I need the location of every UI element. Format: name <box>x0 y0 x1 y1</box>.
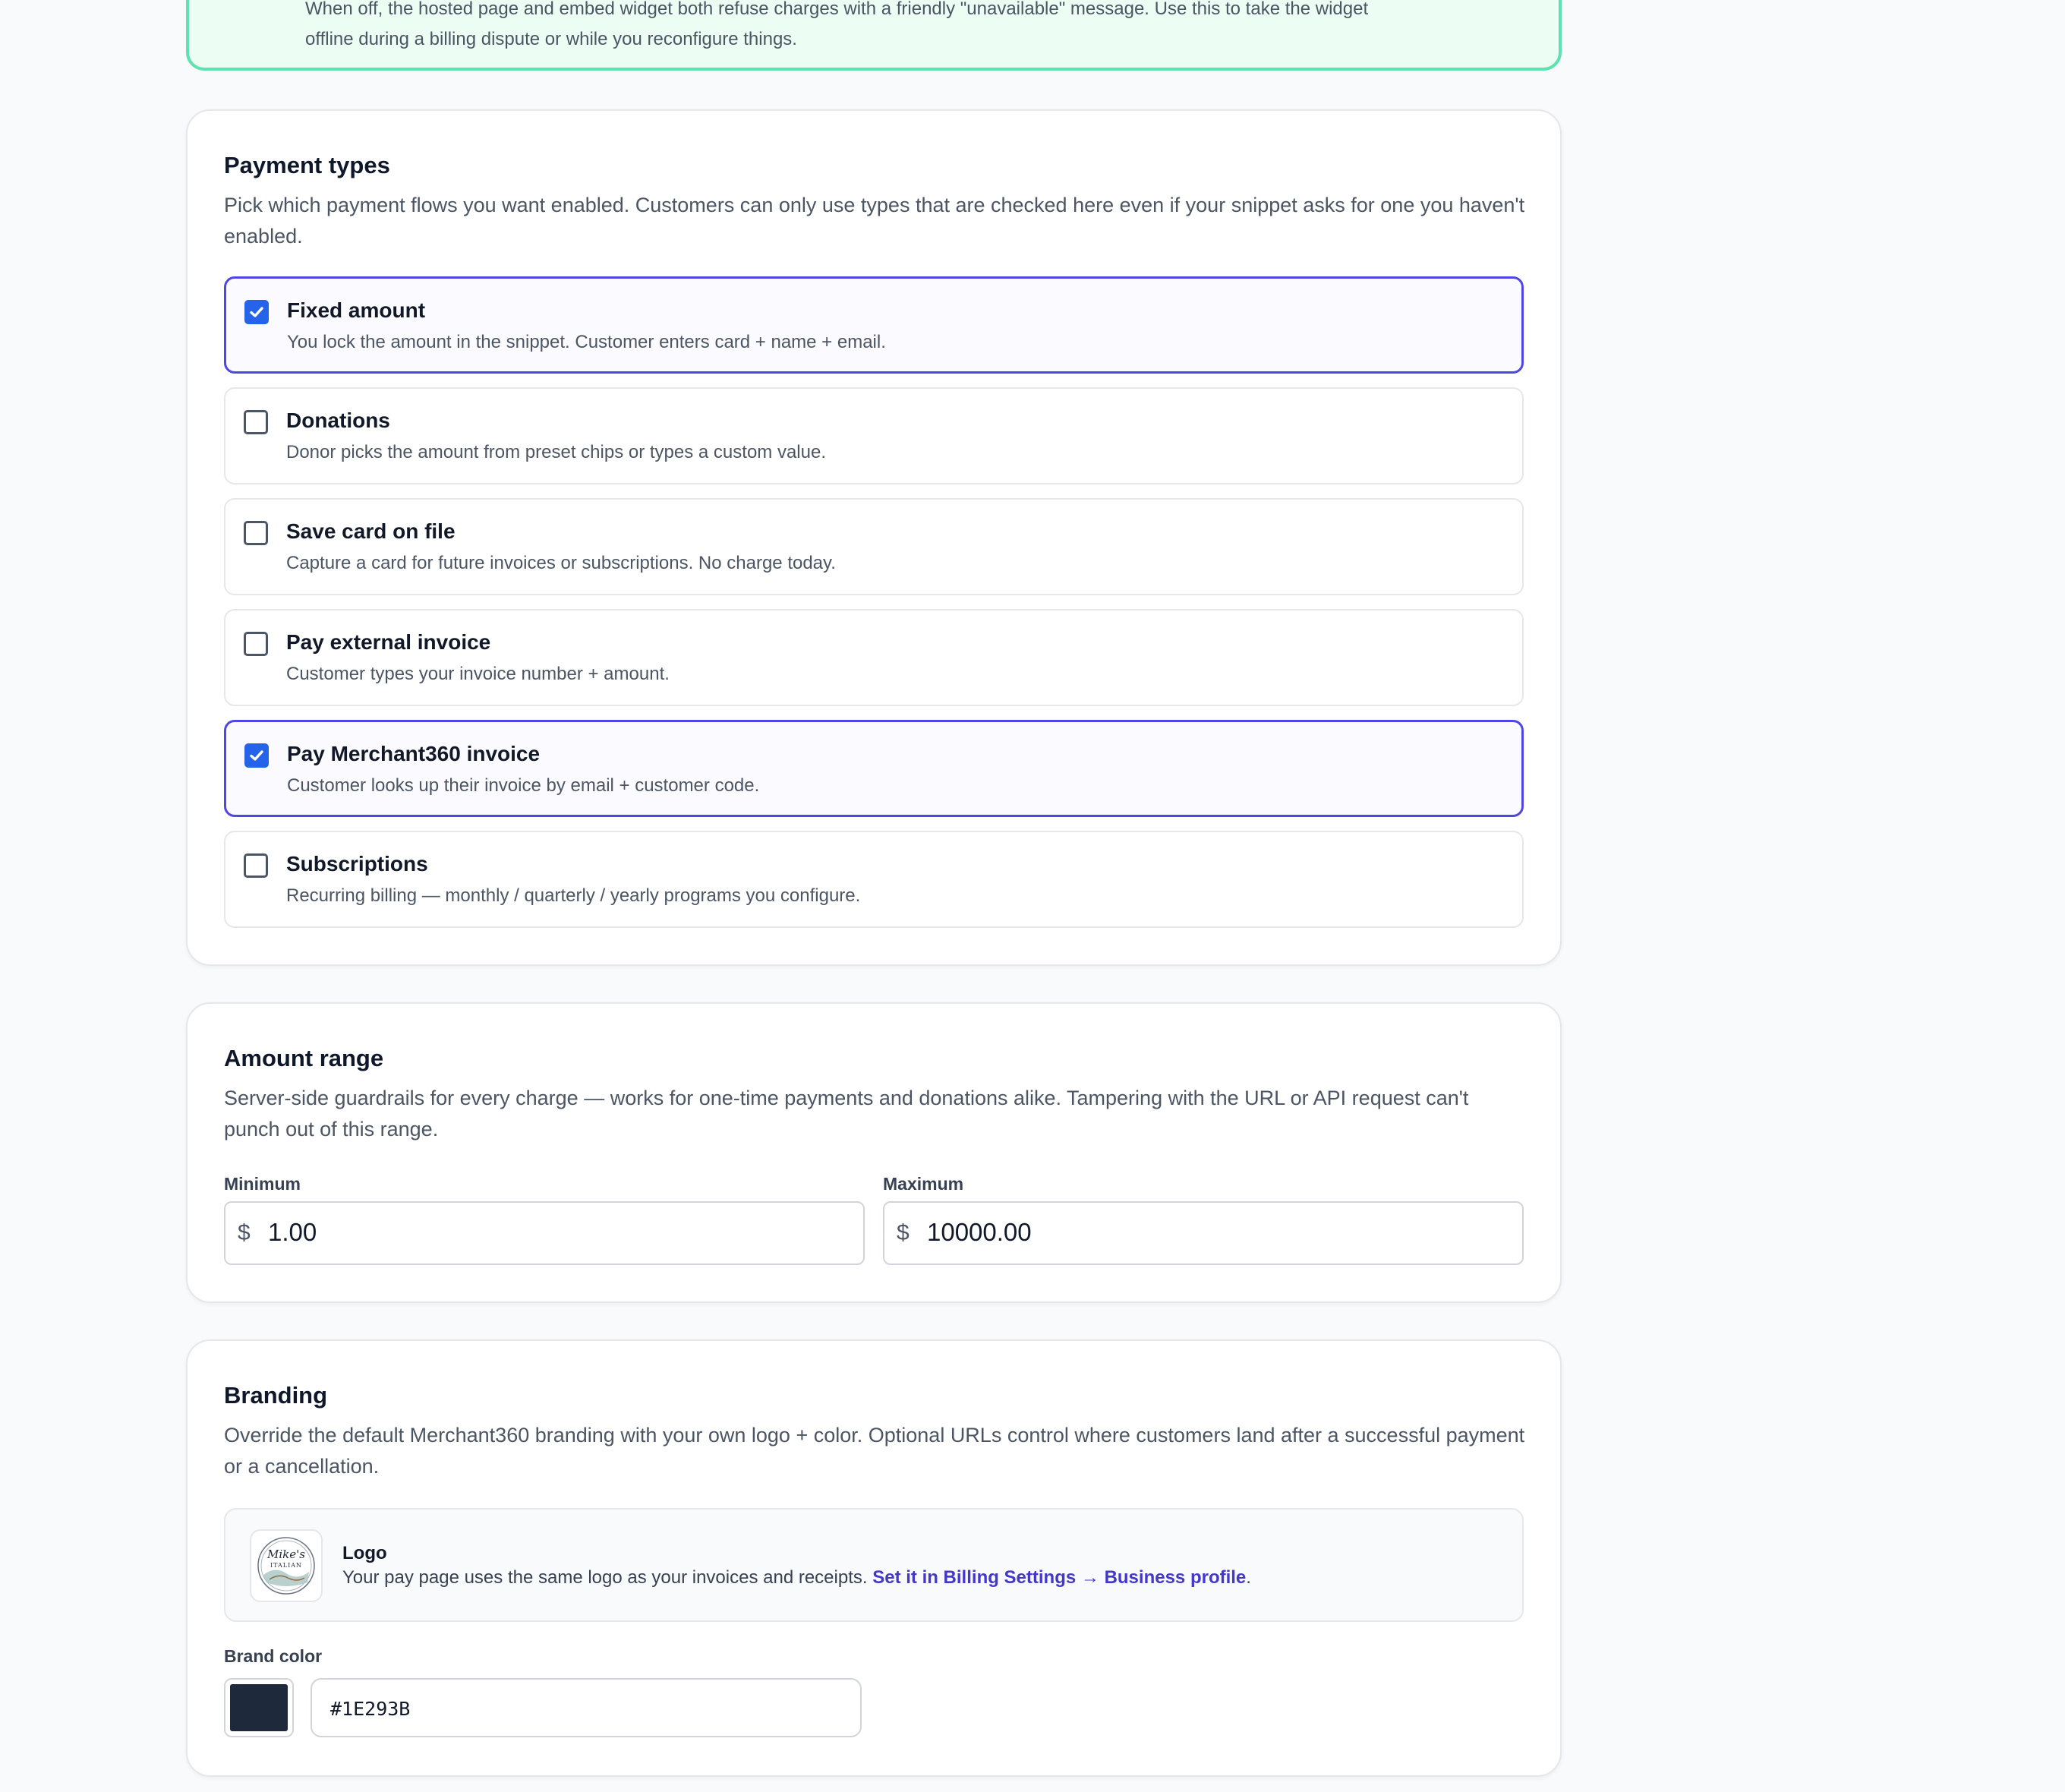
payment-type-title: Donations <box>286 409 390 432</box>
logo-help-text: Your pay page uses the same logo as your… <box>342 1567 1251 1589</box>
payment-type-option[interactable]: Pay Merchant360 invoice Customer looks up… <box>224 720 1524 817</box>
amount-range-title: Amount range <box>224 1045 384 1071</box>
maximum-amount-input[interactable]: $ 10000.00 <box>883 1201 1524 1265</box>
status-card-description-line1: When off, the hosted page and embed widg… <box>305 0 1369 19</box>
page: When off, the hosted page and embed widg… <box>0 0 2065 1792</box>
payment-type-description: Donor picks the amount from preset chips… <box>286 442 826 462</box>
checkbox[interactable] <box>244 300 269 324</box>
amount-range-description: Server-side guardrails for every charge … <box>224 1087 1469 1141</box>
payment-types-title: Payment types <box>224 152 390 178</box>
payment-type-option[interactable]: Pay external invoice Customer types your … <box>224 609 1524 706</box>
logo-thumbnail: Mike's ITALIAN <box>250 1529 323 1602</box>
status-card-description-line2: offline during a billing dispute or whil… <box>305 29 797 49</box>
minimum-currency-symbol: $ <box>238 1220 251 1245</box>
business-logo-image: Mike's ITALIAN <box>257 1537 315 1595</box>
payment-type-title: Pay Merchant360 invoice <box>287 742 541 765</box>
status-card: When off, the hosted page and embed widg… <box>186 0 1562 71</box>
svg-text:ITALIAN: ITALIAN <box>270 1562 302 1569</box>
logo-help-body: Your pay page uses the same logo as your… <box>342 1567 868 1588</box>
logo-panel: Mike's ITALIAN Logo Your pay page uses t… <box>224 1508 1524 1622</box>
maximum-amount-value: 10000.00 <box>927 1218 1032 1246</box>
payment-type-option[interactable]: Subscriptions Recurring billing — monthly… <box>224 831 1524 928</box>
checkbox[interactable] <box>244 853 268 878</box>
minimum-amount-value: 1.00 <box>268 1218 317 1246</box>
brand-color-picker[interactable] <box>224 1678 294 1737</box>
brand-color-label: Brand color <box>224 1646 323 1666</box>
minimum-label: Minimum <box>224 1174 301 1194</box>
branding-card: Branding Override the default Merchant36… <box>186 1339 1562 1777</box>
payment-type-description: Recurring billing — monthly / quarterly … <box>286 885 861 906</box>
brand-color-hex-input[interactable]: #1E293B <box>311 1678 862 1737</box>
amount-range-card: Amount range Server-side guardrails for … <box>186 1002 1562 1303</box>
maximum-label: Maximum <box>883 1174 964 1194</box>
billing-settings-link[interactable]: Set it in Billing Settings → Business pr… <box>872 1567 1246 1588</box>
maximum-currency-symbol: $ <box>897 1220 910 1245</box>
payment-types-description: Pick which payment flows you want enable… <box>224 194 1525 248</box>
checkmark-icon <box>250 307 263 317</box>
checkbox[interactable] <box>244 743 269 768</box>
minimum-amount-input[interactable]: $ 1.00 <box>224 1201 865 1265</box>
status-card-description: When off, the hosted page and embed widg… <box>305 0 1444 55</box>
brand-color-swatch <box>230 1684 288 1731</box>
branding-title: Branding <box>224 1382 328 1409</box>
logo-help-period: . <box>1246 1567 1251 1588</box>
brand-color-hex-value: #1E293B <box>330 1698 411 1720</box>
payment-type-description: Capture a card for future invoices or su… <box>286 553 836 573</box>
checkbox[interactable] <box>244 521 268 545</box>
payment-type-description: You lock the amount in the snippet. Cust… <box>287 332 886 352</box>
payment-type-option[interactable]: Fixed amount You lock the amount in the s… <box>224 276 1524 374</box>
payment-type-option[interactable]: Save card on file Capture a card for futu… <box>224 498 1524 595</box>
branding-description: Override the default Merchant360 brandin… <box>224 1424 1525 1478</box>
checkbox[interactable] <box>244 410 268 434</box>
checkbox[interactable] <box>244 632 268 656</box>
payment-type-description: Customer types your invoice number + amo… <box>286 664 670 684</box>
payment-type-title: Fixed amount <box>287 298 426 322</box>
payment-type-description: Customer looks up their invoice by email… <box>287 775 760 796</box>
checkmark-icon <box>250 750 263 761</box>
payment-type-option[interactable]: Donations Donor picks the amount from pre… <box>224 387 1524 484</box>
payment-type-title: Save card on file <box>286 519 456 543</box>
logo-title: Logo <box>342 1543 387 1563</box>
payment-type-title: Subscriptions <box>286 852 428 875</box>
payment-type-title: Pay external invoice <box>286 630 491 654</box>
svg-text:Mike's: Mike's <box>266 1547 305 1561</box>
payment-types-card: Payment types Pick which payment flows y… <box>186 109 1562 966</box>
